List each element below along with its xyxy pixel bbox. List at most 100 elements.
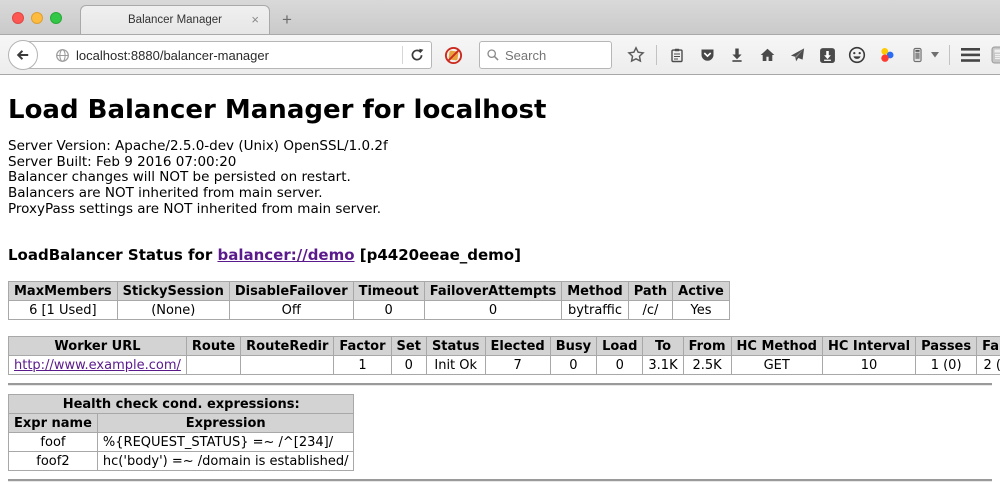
bookmark-star-icon[interactable] — [626, 44, 646, 66]
tab-close-icon[interactable]: × — [251, 13, 259, 26]
window-titlebar: Balancer Manager × + — [0, 0, 1000, 35]
proxypass-notice-line: ProxyPass settings are NOT inherited fro… — [8, 202, 992, 218]
noscript-blocked-icon[interactable] — [444, 46, 463, 65]
battery-icon[interactable] — [907, 44, 927, 66]
col-from: From — [683, 337, 731, 356]
search-icon — [486, 48, 500, 62]
status-heading-suffix: [p4420eeae_demo] — [360, 246, 521, 264]
cell-passes: 1 (0) — [916, 356, 977, 375]
status-heading-prefix: LoadBalancer Status for — [8, 246, 212, 264]
cell-worker-url: http://www.example.com/ — [9, 356, 187, 375]
menu-icon[interactable] — [960, 44, 980, 66]
cell-stickysession: (None) — [117, 301, 229, 320]
table-header-row: Worker URL Route RouteRedir Factor Set S… — [9, 337, 1000, 356]
reload-icon[interactable] — [409, 47, 425, 63]
col-route: Route — [186, 337, 240, 356]
bookmarks-clipboard-icon[interactable] — [667, 44, 687, 66]
cell-maxmembers: 6 [1 Used] — [9, 301, 118, 320]
col-hc-interval: HC Interval — [822, 337, 915, 356]
col-to: To — [643, 337, 683, 356]
downloads-icon[interactable] — [727, 44, 747, 66]
navigation-toolbar — [0, 35, 1000, 75]
zoom-window-button[interactable] — [50, 12, 62, 24]
globe-icon — [55, 48, 70, 63]
search-input[interactable] — [500, 48, 611, 63]
send-icon[interactable] — [787, 44, 807, 66]
table-row: foof2 hc('body') =~ /domain is establish… — [9, 452, 354, 471]
persist-notice-line: Balancer changes will NOT be persisted o… — [8, 170, 992, 186]
col-passes: Passes — [916, 337, 977, 356]
table-row: http://www.example.com/ 1 0 Init Ok 7 0 … — [9, 356, 1000, 375]
back-icon — [15, 47, 31, 63]
col-expression: Expression — [97, 414, 354, 433]
table-header-row: Expr name Expression — [9, 414, 354, 433]
col-load: Load — [597, 337, 643, 356]
cell-fails: 2 (0) — [977, 356, 1000, 375]
loadbalancer-status-heading: LoadBalancer Status for balancer://demo … — [8, 246, 992, 264]
close-window-button[interactable] — [12, 12, 24, 24]
cell-status: Init Ok — [426, 356, 485, 375]
url-bar[interactable] — [24, 41, 432, 69]
cell-to: 3.1K — [643, 356, 683, 375]
col-fails: Fails — [977, 337, 1000, 356]
back-button[interactable] — [8, 40, 38, 70]
search-bar[interactable] — [479, 41, 612, 69]
server-built-line: Server Built: Feb 9 2016 07:00:20 — [8, 155, 992, 171]
cell-elected: 7 — [485, 356, 550, 375]
horizontal-rule — [8, 383, 992, 386]
pocket-icon[interactable] — [697, 44, 717, 66]
col-expr-name: Expr name — [9, 414, 98, 433]
colored-dots-icon[interactable] — [877, 44, 897, 66]
cell-expr-name: foof — [9, 433, 98, 452]
worker-url-link[interactable]: http://www.example.com/ — [14, 358, 181, 373]
cell-hc-method: GET — [731, 356, 822, 375]
cell-active: Yes — [673, 301, 730, 320]
col-timeout: Timeout — [353, 282, 424, 301]
chevron-down-icon[interactable] — [931, 52, 939, 58]
server-info: Server Version: Apache/2.5.0-dev (Unix) … — [8, 139, 992, 217]
cell-factor: 1 — [334, 356, 391, 375]
extension-icon[interactable] — [990, 44, 1000, 66]
cell-expression: hc('body') =~ /domain is established/ — [97, 452, 354, 471]
col-disablefailover: DisableFailover — [229, 282, 353, 301]
page-content: Load Balancer Manager for localhost Serv… — [0, 95, 1000, 482]
tab-title: Balancer Manager — [128, 14, 222, 26]
col-worker-url: Worker URL — [9, 337, 187, 356]
col-status: Status — [426, 337, 485, 356]
cell-expression: %{REQUEST_STATUS} =~ /^[234]/ — [97, 433, 354, 452]
home-icon[interactable] — [757, 44, 777, 66]
worker-status-table: Worker URL Route RouteRedir Factor Set S… — [8, 336, 1000, 375]
col-hc-method: HC Method — [731, 337, 822, 356]
toolbar-separator — [949, 45, 950, 65]
col-busy: Busy — [550, 337, 596, 356]
cell-routeredir — [241, 356, 334, 375]
balancer-settings-table: MaxMembers StickySession DisableFailover… — [8, 281, 730, 320]
cell-path: /c/ — [628, 301, 672, 320]
url-divider — [402, 46, 403, 64]
balancer-demo-link[interactable]: balancer://demo — [217, 246, 354, 264]
minimize-window-button[interactable] — [31, 12, 43, 24]
cell-set: 0 — [391, 356, 426, 375]
smiley-icon[interactable] — [847, 44, 867, 66]
cell-load: 0 — [597, 356, 643, 375]
table-row: foof %{REQUEST_STATUS} =~ /^[234]/ — [9, 433, 354, 452]
col-stickysession: StickySession — [117, 282, 229, 301]
page-title: Load Balancer Manager for localhost — [8, 95, 992, 125]
new-tab-button[interactable]: + — [282, 10, 292, 30]
cell-busy: 0 — [550, 356, 596, 375]
toolbar-separator — [656, 45, 657, 65]
col-failoverattempts: FailoverAttempts — [424, 282, 562, 301]
cell-method: bytraffic — [562, 301, 628, 320]
cell-route — [186, 356, 240, 375]
cell-timeout: 0 — [353, 301, 424, 320]
browser-tab[interactable]: Balancer Manager × — [80, 5, 270, 34]
cell-expr-name: foof2 — [9, 452, 98, 471]
col-elected: Elected — [485, 337, 550, 356]
col-set: Set — [391, 337, 426, 356]
url-input[interactable] — [76, 48, 402, 63]
col-method: Method — [562, 282, 628, 301]
table-header-row: MaxMembers StickySession DisableFailover… — [9, 282, 730, 301]
cell-failoverattempts: 0 — [424, 301, 562, 320]
table-row: 6 [1 Used] (None) Off 0 0 bytraffic /c/ … — [9, 301, 730, 320]
download-box-icon[interactable] — [817, 44, 837, 66]
